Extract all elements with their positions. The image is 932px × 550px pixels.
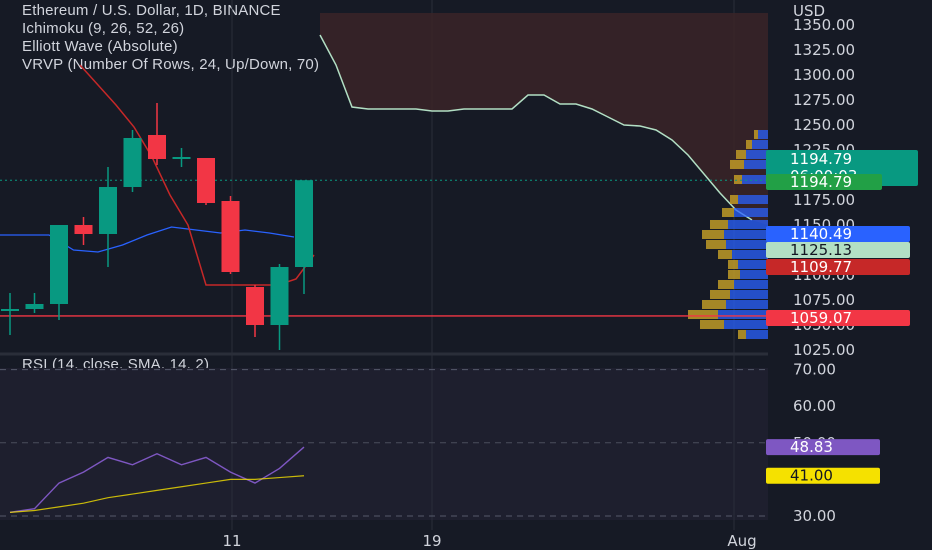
level-badge-text: 1109.77 [790,258,852,276]
volume-profile-up-bar [700,320,724,329]
volume-profile-down-bar [738,260,768,269]
volume-profile-down-bar [758,130,768,139]
volume-profile-down-bar [724,320,768,329]
volume-profile-up-bar [736,150,746,159]
price-tick-label: 1350.00 [793,16,855,34]
price-tick-label: 1175.00 [793,191,855,209]
rsi-tick-label: 30.00 [793,507,836,525]
volume-profile-up-bar [754,130,758,139]
candle-body [295,180,313,267]
volume-profile-down-bar [726,240,768,249]
candle-body [50,225,68,304]
price-chart[interactable]: USD1350.001325.001300.001275.001250.0012… [0,0,932,550]
volume-profile-up-bar [730,160,744,169]
time-axis[interactable]: 11 19 Aug [0,530,768,550]
volume-profile-down-bar [746,150,768,159]
volume-profile-down-bar [752,140,768,149]
candle-body [74,225,93,234]
volume-profile-up-bar [738,330,746,339]
rsi-tick-label: 70.00 [793,361,836,379]
candle-body [270,267,289,325]
ichimoku-cloud [319,13,768,225]
volume-profile-down-bar [724,230,768,239]
volume-profile-up-bar [688,310,718,319]
volume-profile-up-bar [718,250,732,259]
volume-profile-down-bar [732,250,768,259]
volume-profile-down-bar [718,310,768,319]
volume-profile-down-bar [746,330,768,339]
rsi-badge-text: 41.00 [790,467,833,485]
price-tick-label: 1300.00 [793,66,855,84]
volume-profile-down-bar [726,300,768,309]
candle-body [99,187,117,234]
volume-profile-down-bar [742,175,768,184]
volume-profile-down-bar [730,290,768,299]
tenkan-line [0,226,295,253]
volume-profile-up-bar [728,270,740,279]
volume-profile-down-bar [744,160,768,169]
candles [1,103,313,350]
candle-body [148,135,166,159]
time-tick-label: 11 [222,532,241,550]
volume-profile-up-bar [730,195,738,204]
time-tick-label: Aug [727,532,756,550]
candle-body [1,309,19,311]
volume-profile-up-bar [702,300,726,309]
price-tick-label: 1325.00 [793,41,855,59]
candle-body [246,287,264,325]
rsi-tick-label: 60.00 [793,397,836,415]
time-axis-bg [0,530,768,550]
volume-profile-down-bar [738,195,768,204]
candle-body [172,157,191,159]
volume-profile-up-bar [746,140,752,149]
close-price-text: 1194.79 [790,173,852,191]
rsi-badge-text: 48.83 [790,438,833,456]
current-price-text: 1194.79 [790,150,852,168]
cloud-fill [320,13,768,225]
volume-profile-up-bar [728,260,738,269]
candle-body [197,158,215,203]
volume-profile-down-bar [728,220,768,229]
volume-profile-down-bar [734,208,768,217]
price-tick-label: 1075.00 [793,291,855,309]
volume-profile-up-bar [718,280,734,289]
price-tick-label: 1025.00 [793,341,855,359]
volume-profile-up-bar [722,208,734,217]
level-badge-text: 1125.13 [790,241,852,259]
volume-profile-up-bar [702,230,724,239]
level-badge-text: 1059.07 [790,309,852,327]
volume-profile-up-bar [710,290,730,299]
candle-body [221,201,240,272]
volume-profile-down-bar [740,270,768,279]
volume-profile-down-bar [734,280,768,289]
price-tick-label: 1275.00 [793,91,855,109]
volume-profile-up-bar [734,175,742,184]
candle-body [25,304,44,309]
volume-profile-up-bar [710,220,728,229]
price-tick-label: 1250.00 [793,116,855,134]
volume-profile-up-bar [706,240,726,249]
candle-body [123,138,142,187]
time-tick-label: 19 [422,532,441,550]
